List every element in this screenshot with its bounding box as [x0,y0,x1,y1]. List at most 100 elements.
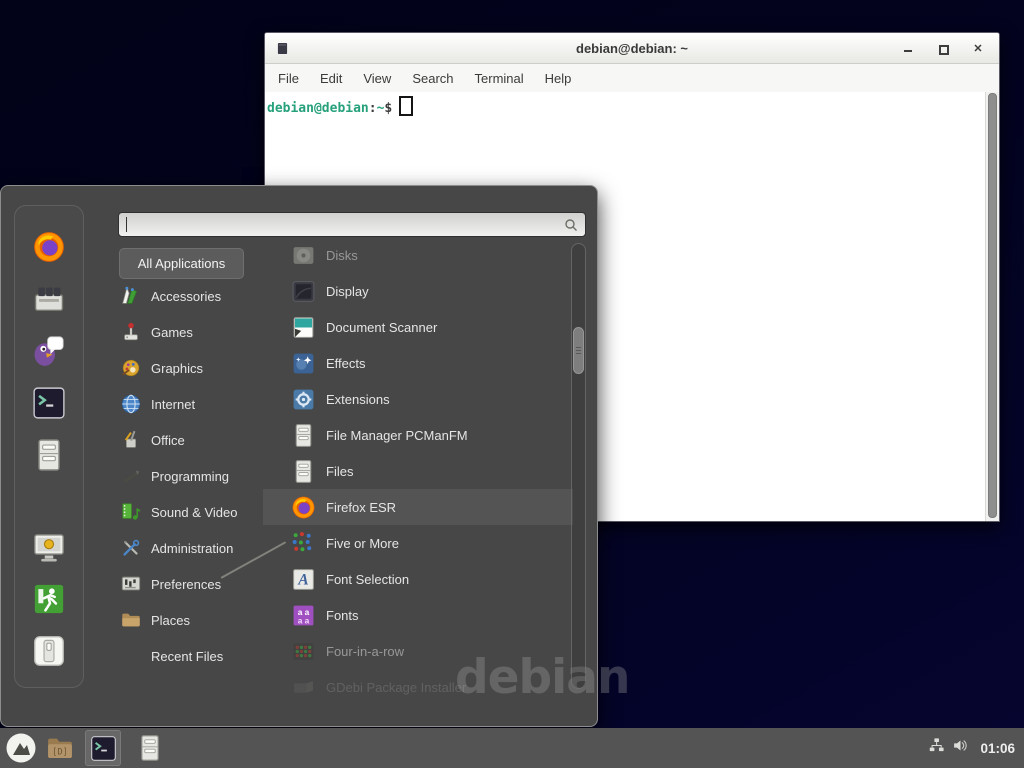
favorite-pidgin[interactable] [32,334,66,368]
four-in-a-row-icon [291,639,316,664]
all-applications-button[interactable]: All Applications [119,248,244,279]
app-label: File Manager PCManFM [326,428,468,443]
app-item-document-scanner[interactable]: Document Scanner [263,309,573,345]
favorite-terminal[interactable] [32,386,66,420]
app-item-fonts[interactable]: a aa aFonts [263,597,573,633]
category-item-preferences[interactable]: Preferences [120,566,264,602]
shutdown-button[interactable] [32,634,66,668]
app-label: Font Selection [326,572,409,587]
sound-video-icon [120,501,142,523]
app-label: Display [326,284,369,299]
category-item-sound-video[interactable]: Sound & Video [120,494,264,530]
category-label: Programming [151,469,229,484]
taskbar-file-cabinet-button[interactable] [133,731,167,765]
taskbar-clock[interactable]: 01:06 [980,741,1015,756]
internet-icon [120,393,142,415]
administration-icon [120,537,142,559]
terminal-menubar: File Edit View Search Terminal Help [265,64,999,92]
app-item-four-in-a-row[interactable]: Four-in-a-row [263,633,573,669]
extensions-icon [291,387,316,412]
app-item-firefox-esr[interactable]: Firefox ESR [263,489,573,525]
category-item-graphics[interactable]: Graphics [120,350,264,386]
tray-volume-button[interactable] [952,737,969,759]
app-item-files[interactable]: Files [263,453,573,489]
terminal-scrollbar-thumb[interactable] [988,93,997,518]
app-item-file-manager-pcmanfm[interactable]: File Manager PCManFM [263,417,573,453]
taskbar-terminal-button[interactable] [85,730,121,766]
app-label: Files [326,464,353,479]
office-icon [120,429,142,451]
app-item-font-selection[interactable]: A Font Selection [263,561,573,597]
category-label: Office [151,433,185,448]
app-label: Four-in-a-row [326,644,404,659]
menu-scrollbar[interactable] [571,243,586,689]
terminal-titlebar[interactable]: debian@debian: ~ ✕ [265,33,999,64]
synaptic-icon [32,282,66,316]
taskbar-file-manager-folder-button[interactable]: [D] [43,731,77,765]
category-item-recent-files[interactable]: Recent Files [120,638,264,674]
terminal-menu-search[interactable]: Search [409,69,456,88]
category-item-places[interactable]: Places [120,602,264,638]
programming-icon [120,465,142,487]
app-item-extensions[interactable]: Extensions [263,381,573,417]
svg-text:A: A [297,571,308,588]
application-menu: debian All Applications AccessoriesGames… [0,185,598,727]
favorite-file-cabinet[interactable] [32,438,66,472]
category-label: Administration [151,541,233,556]
app-item-disks[interactable]: Disks [263,237,573,273]
all-applications-label: All Applications [138,256,225,271]
firefox-icon [32,230,66,264]
svg-text:[D]: [D] [52,747,68,757]
file-cabinet-icon [32,438,66,472]
applications-list: Disks Display Document Scanner Effects Exten… [263,237,573,705]
app-label: Effects [326,356,366,371]
accessories-icon [120,285,142,307]
app-item-effects[interactable]: Effects [263,345,573,381]
terminal-scrollbar[interactable] [985,92,999,521]
category-label: Graphics [151,361,203,376]
effects-icon [291,351,316,376]
shutdown-icon [32,634,66,668]
category-label: Accessories [151,289,221,304]
category-label: Preferences [151,577,221,592]
logout-button[interactable] [32,582,66,616]
app-item-five-or-more[interactable]: Five or More [263,525,573,561]
tray-network-button[interactable] [928,737,945,759]
display-icon [291,279,316,304]
terminal-icon [90,735,117,762]
lock-screen-button[interactable] [32,530,66,564]
terminal-menu-terminal[interactable]: Terminal [472,69,527,88]
minimize-button[interactable] [901,41,915,55]
favorite-synaptic[interactable] [32,282,66,316]
terminal-menu-help[interactable]: Help [542,69,575,88]
terminal-menu-file[interactable]: File [275,69,302,88]
scrollbar-grip-icon [576,345,581,356]
category-label: Games [151,325,193,340]
file-manager-folder-icon: [D] [45,733,75,763]
category-item-office[interactable]: Office [120,422,264,458]
tray-icons [928,737,969,759]
maximize-button[interactable] [936,41,950,55]
menu-scrollbar-thumb[interactable] [573,327,584,374]
terminal-menu-view[interactable]: View [360,69,394,88]
search-icon [563,217,579,233]
text-caret [126,217,127,232]
category-label: Places [151,613,190,628]
font-selection-icon: A [291,567,316,592]
app-label: Firefox ESR [326,500,396,515]
category-item-games[interactable]: Games [120,314,264,350]
category-item-programming[interactable]: Programming [120,458,264,494]
favorite-firefox[interactable] [32,230,66,264]
category-item-accessories[interactable]: Accessories [120,278,264,314]
places-icon [120,609,142,631]
disks-icon [291,243,316,268]
search-input[interactable] [119,213,585,236]
category-item-administration[interactable]: Administration [120,530,264,566]
terminal-menu-edit[interactable]: Edit [317,69,345,88]
app-item-display[interactable]: Display [263,273,573,309]
taskbar-menu-button[interactable] [4,731,38,765]
category-item-internet[interactable]: Internet [120,386,264,422]
close-button[interactable]: ✕ [971,41,985,55]
app-label: Document Scanner [326,320,437,335]
app-item-gdebi-package-installer[interactable]: GDebi Package Installer [263,669,573,705]
